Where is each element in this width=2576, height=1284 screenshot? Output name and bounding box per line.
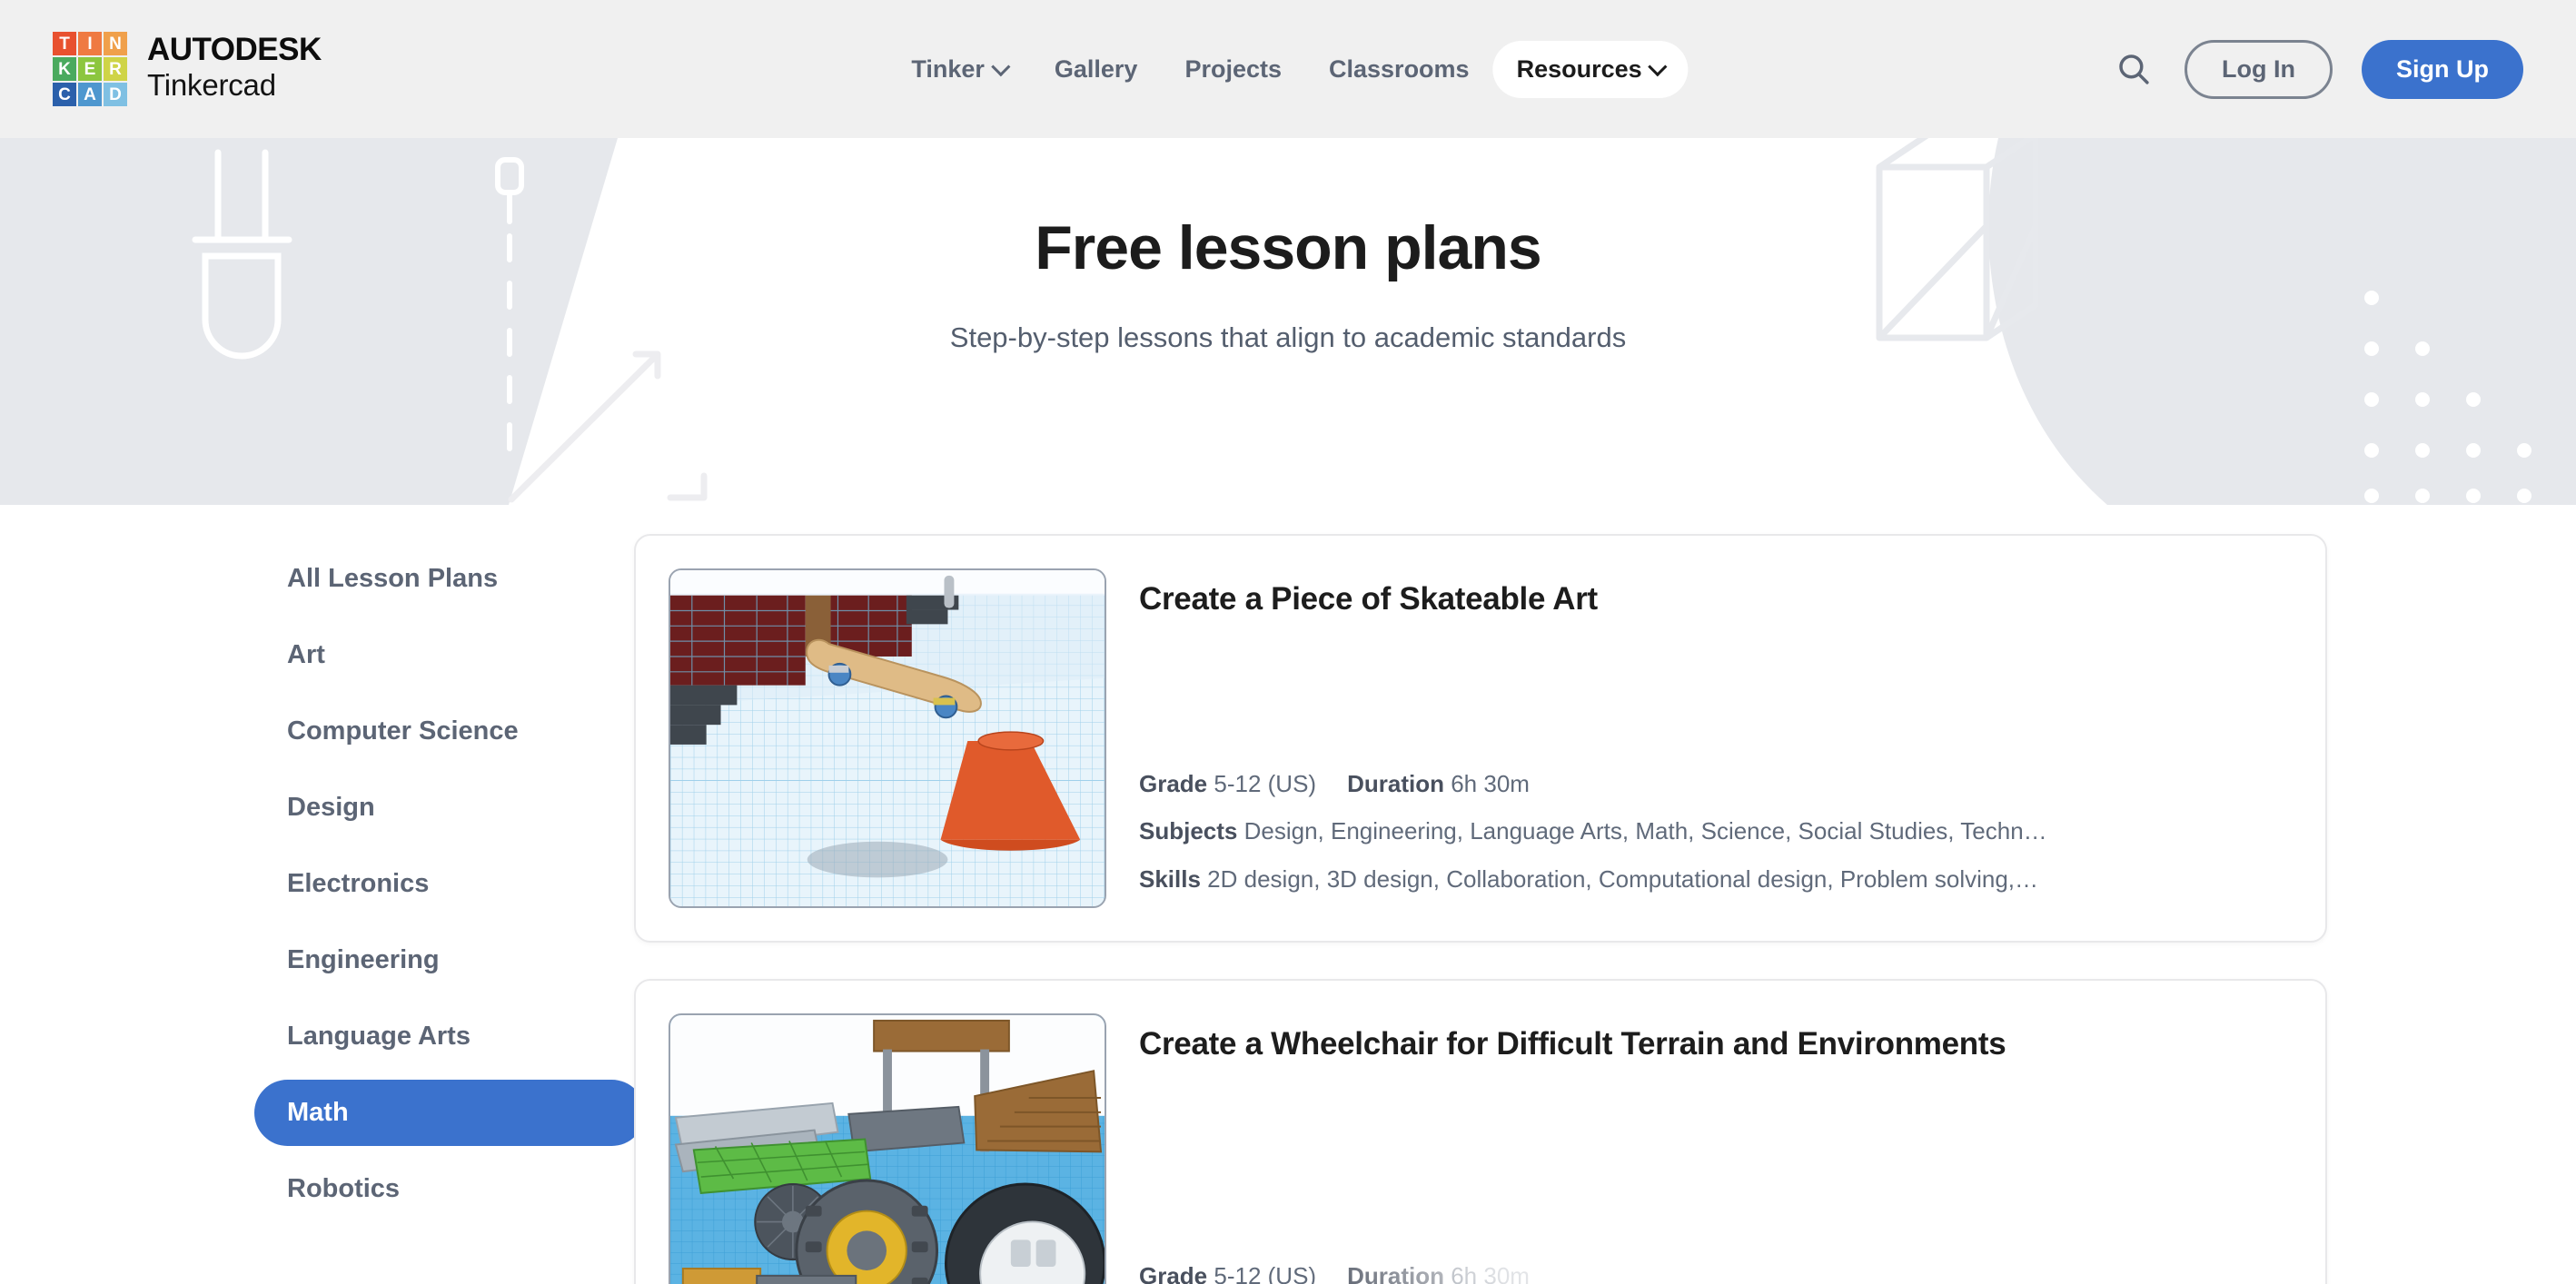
- hero-subtitle: Step-by-step lessons that align to acade…: [949, 321, 1627, 353]
- duration-value: 6h 30m: [1451, 1262, 1530, 1284]
- sidebar-item-art[interactable]: Art: [254, 622, 645, 688]
- lesson-card-body: Create a Wheelchair for Difficult Terrai…: [1139, 1013, 2293, 1284]
- nav-item-resources[interactable]: Resources: [1492, 40, 1689, 98]
- lesson-title[interactable]: Create a Piece of Skateable Art: [1139, 579, 2293, 619]
- sidebar-item-language-arts[interactable]: Language Arts: [254, 1003, 645, 1070]
- lesson-grade-duration-row: Grade 5-12 (US) Duration 6h 30m: [1139, 1261, 2293, 1284]
- signup-button[interactable]: Sign Up: [2362, 39, 2523, 99]
- sidebar-item-label: Robotics: [287, 1174, 401, 1203]
- skills-label: Skills: [1139, 864, 1201, 893]
- skills-value: 2D design, 3D design, Collaboration, Com…: [1207, 864, 2039, 893]
- sidebar-item-computer-science[interactable]: Computer Science: [254, 698, 645, 765]
- logo-tile-a: A: [78, 83, 102, 106]
- lesson-card-body: Create a Piece of Skateable Art Grade 5-1…: [1139, 568, 2293, 908]
- lesson-thumbnail[interactable]: [669, 1013, 1106, 1284]
- lesson-subjects-row: Subjects Design, Engineering, Language A…: [1139, 816, 2293, 846]
- logo-tile-r: R: [104, 57, 127, 81]
- main-content: All Lesson Plans Art Computer Science Desig…: [0, 505, 2576, 1284]
- sidebar-item-label: Engineering: [287, 945, 440, 974]
- search-icon[interactable]: [2112, 47, 2155, 91]
- nav-item-label: Tinker: [911, 54, 985, 83]
- nav-item-projects[interactable]: Projects: [1161, 41, 1305, 98]
- sidebar-item-label: Design: [287, 793, 375, 822]
- subjects-value: Design, Engineering, Language Arts, Math…: [1243, 817, 2047, 844]
- lesson-meta: Grade 5-12 (US) Duration 6h 30m Subjects D…: [1139, 769, 2293, 894]
- sidebar-item-label: Art: [287, 640, 325, 669]
- lesson-thumbnail[interactable]: [669, 568, 1106, 908]
- sidebar-item-label: Math: [287, 1098, 349, 1127]
- category-sidebar: All Lesson Plans Art Computer Science Desig…: [254, 546, 645, 1232]
- grade-label: Grade: [1139, 1262, 1208, 1284]
- sidebar-item-engineering[interactable]: Engineering: [254, 927, 645, 993]
- subjects-label: Subjects: [1139, 817, 1238, 844]
- nav-item-label: Resources: [1516, 54, 1642, 83]
- page-title: Free lesson plans: [1035, 213, 1541, 282]
- page-root: TIN KER CAD AUTODESK Tinkercad Tinker Galle…: [0, 0, 2576, 1284]
- sidebar-item-electronics[interactable]: Electronics: [254, 851, 645, 917]
- logo-tile-t: T: [53, 32, 76, 55]
- hero-content: Free lesson plans Step-by-step lessons t…: [0, 138, 2576, 354]
- brand-logo[interactable]: TIN KER CAD AUTODESK Tinkercad: [53, 32, 322, 106]
- site-header: TIN KER CAD AUTODESK Tinkercad Tinker Galle…: [0, 0, 2576, 138]
- nav-item-label: Gallery: [1054, 54, 1138, 83]
- grade-value: 5-12 (US): [1214, 769, 1317, 797]
- header-actions: Log In Sign Up: [2112, 39, 2523, 99]
- sidebar-item-math[interactable]: Math: [254, 1080, 645, 1146]
- chevron-down-icon: [1648, 56, 1668, 76]
- lesson-grade-duration-row: Grade 5-12 (US) Duration 6h 30m: [1139, 769, 2293, 799]
- sidebar-item-label: Electronics: [287, 869, 430, 898]
- main-navigation: Tinker Gallery Projects Classrooms Resources: [887, 40, 1689, 98]
- logo-tile-i: I: [78, 32, 102, 55]
- nav-item-gallery[interactable]: Gallery: [1031, 41, 1162, 98]
- sidebar-item-label: All Lesson Plans: [287, 564, 499, 593]
- lesson-list: Create a Piece of Skateable Art Grade 5-1…: [634, 534, 2327, 1284]
- chevron-down-icon: [990, 56, 1010, 76]
- nav-item-tinker[interactable]: Tinker: [887, 41, 1031, 98]
- sidebar-item-all-lesson-plans[interactable]: All Lesson Plans: [254, 546, 645, 612]
- grade-label: Grade: [1139, 769, 1208, 797]
- logo-tile-c: C: [53, 83, 76, 106]
- login-button[interactable]: Log In: [2185, 39, 2333, 99]
- duration-label: Duration: [1347, 769, 1444, 797]
- brand-text: AUTODESK Tinkercad: [147, 34, 322, 104]
- brand-tinkercad-label: Tinkercad: [147, 68, 276, 103]
- sidebar-item-design[interactable]: Design: [254, 775, 645, 841]
- nav-item-classrooms[interactable]: Classrooms: [1305, 41, 1493, 98]
- lesson-meta: Grade 5-12 (US)Duration 6h 30mSubjects D…: [1139, 1261, 2293, 1284]
- lesson-card[interactable]: Create a Wheelchair for Difficult Terrai…: [634, 979, 2327, 1284]
- tinkercad-logo-icon: TIN KER CAD: [53, 32, 127, 106]
- grade-value: 5-12 (US): [1214, 1262, 1317, 1284]
- brand-autodesk-label: AUTODESK: [147, 32, 322, 68]
- sidebar-item-label: Language Arts: [287, 1022, 471, 1051]
- sidebar-item-robotics[interactable]: Robotics: [254, 1156, 645, 1222]
- logo-tile-e: E: [78, 57, 102, 81]
- nav-item-label: Projects: [1184, 54, 1283, 83]
- sidebar-item-label: Computer Science: [287, 716, 519, 746]
- hero-section: Free lesson plans Step-by-step lessons t…: [0, 138, 2576, 505]
- logo-tile-k: K: [53, 57, 76, 81]
- duration-value: 6h 30m: [1451, 769, 1530, 797]
- lesson-card[interactable]: Create a Piece of Skateable Art Grade 5-1…: [634, 534, 2327, 943]
- lesson-title[interactable]: Create a Wheelchair for Difficult Terrai…: [1139, 1024, 2293, 1064]
- lesson-skills-row: Skills 2D design, 3D design, Collaborati…: [1139, 864, 2293, 894]
- logo-tile-d: D: [104, 83, 127, 106]
- logo-tile-n: N: [104, 32, 127, 55]
- nav-item-label: Classrooms: [1329, 54, 1470, 83]
- duration-label: Duration: [1347, 1262, 1444, 1284]
